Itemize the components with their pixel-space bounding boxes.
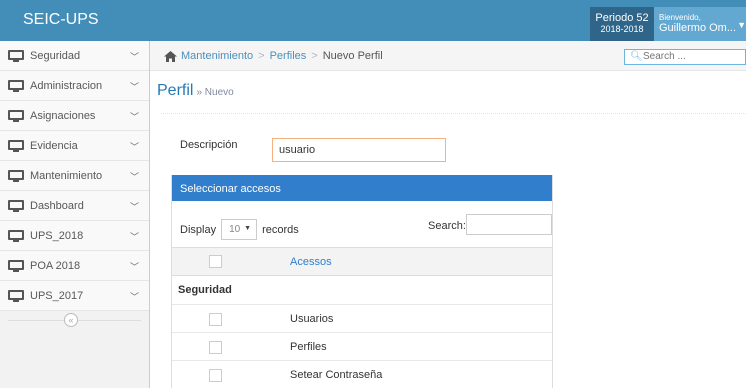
sidebar-item-poa-2018[interactable]: POA 2018 ﹀ bbox=[0, 251, 149, 281]
row-checkbox[interactable] bbox=[209, 341, 222, 354]
table-row: Setear Contraseña bbox=[172, 361, 552, 388]
period-indicator: Periodo 52 2018-2018 bbox=[590, 7, 654, 41]
desktop-icon bbox=[8, 110, 24, 122]
table-search-label: Search: bbox=[428, 220, 466, 232]
display-label: Display bbox=[180, 223, 217, 236]
sidebar-item-seguridad[interactable]: Seguridad ﹀ bbox=[0, 41, 149, 71]
breadcrumb-trail: Mantenimiento > Perfiles > Nuevo Perfil bbox=[181, 50, 383, 62]
caret-down-icon: ▼ bbox=[244, 225, 252, 232]
caret-down-icon: ▼ bbox=[737, 20, 746, 30]
length-control: Display 10 ▼ records bbox=[180, 219, 299, 240]
descripcion-field[interactable] bbox=[272, 138, 446, 162]
chevron-down-icon: ﹀ bbox=[129, 112, 139, 122]
desktop-icon bbox=[8, 230, 24, 242]
breadcrumb-mantenimiento[interactable]: Mantenimiento bbox=[181, 50, 253, 62]
user-menu[interactable]: Bienvenido, Guillermo Om... ▼ bbox=[654, 7, 746, 41]
row-label: Usuarios bbox=[290, 313, 334, 325]
descripcion-label: Descripción bbox=[180, 139, 238, 151]
app-title[interactable]: SEIC-UPS bbox=[23, 11, 99, 29]
row-label: Perfiles bbox=[290, 341, 327, 353]
sidebar-item-label: Seguridad bbox=[30, 49, 81, 62]
row-checkbox[interactable] bbox=[209, 313, 222, 326]
chevron-down-icon: ﹀ bbox=[129, 292, 139, 302]
desktop-icon bbox=[8, 290, 24, 302]
collapse-sidebar-icon[interactable]: « bbox=[64, 313, 78, 327]
sidebar-item-mantenimiento[interactable]: Mantenimiento ﹀ bbox=[0, 161, 149, 191]
sidebar-item-label: Evidencia bbox=[30, 139, 78, 152]
period-years: 2018-2018 bbox=[600, 24, 644, 34]
row-label: Setear Contraseña bbox=[290, 369, 383, 381]
sidebar-item-label: UPS_2018 bbox=[30, 229, 84, 242]
page-title: Perfil bbox=[157, 82, 194, 99]
search-input[interactable] bbox=[643, 51, 743, 62]
sidebar-item-ups-2017[interactable]: UPS_2017 ﹀ bbox=[0, 281, 149, 311]
sidebar: Seguridad ﹀ Administracion ﹀ Asignacione… bbox=[0, 41, 150, 388]
header-divider bbox=[161, 113, 746, 114]
chevron-down-icon: ﹀ bbox=[129, 262, 139, 272]
desktop-icon bbox=[8, 200, 24, 212]
panel-title: Seleccionar accesos bbox=[172, 175, 552, 201]
breadcrumb-separator: > bbox=[258, 50, 265, 62]
chevron-down-icon: ﹀ bbox=[129, 142, 139, 152]
column-header-acessos[interactable]: Acessos bbox=[290, 256, 332, 268]
nav-search[interactable]: 🔍︎ bbox=[624, 49, 746, 65]
accesos-panel: Seleccionar accesos Display 10 ▼ records Se… bbox=[171, 175, 553, 388]
sidebar-collapse-row: « bbox=[0, 311, 149, 331]
chevron-down-icon: ﹀ bbox=[129, 202, 139, 212]
row-checkbox[interactable] bbox=[209, 369, 222, 382]
sidebar-item-asignaciones[interactable]: Asignaciones ﹀ bbox=[0, 101, 149, 131]
sidebar-item-label: Asignaciones bbox=[30, 109, 96, 122]
desktop-icon bbox=[8, 260, 24, 272]
page-subtitle-text: Nuevo bbox=[204, 87, 234, 98]
user-name: Guillermo Om... bbox=[659, 22, 737, 34]
sidebar-item-dashboard[interactable]: Dashboard ﹀ bbox=[0, 191, 149, 221]
table-controls: Display 10 ▼ records Search: bbox=[172, 201, 552, 247]
desktop-icon bbox=[8, 170, 24, 182]
table-search: Search: bbox=[428, 214, 552, 235]
search-icon: 🔍︎ bbox=[630, 51, 643, 62]
table-row: Usuarios bbox=[172, 305, 552, 333]
period-label: Periodo 52 bbox=[595, 12, 649, 24]
select-all-checkbox[interactable] bbox=[209, 255, 222, 268]
desktop-icon bbox=[8, 140, 24, 152]
records-select-value: 10 bbox=[229, 224, 241, 235]
breadcrumb-active: Nuevo Perfil bbox=[322, 50, 383, 62]
records-select[interactable]: 10 ▼ bbox=[221, 219, 258, 240]
chevron-down-icon: ﹀ bbox=[129, 52, 139, 62]
desktop-icon bbox=[8, 80, 24, 92]
sidebar-item-evidencia[interactable]: Evidencia ﹀ bbox=[0, 131, 149, 161]
records-label: records bbox=[262, 223, 299, 236]
breadcrumb-separator: > bbox=[311, 50, 318, 62]
table-search-input[interactable] bbox=[466, 214, 552, 235]
chevron-down-icon: ﹀ bbox=[129, 82, 139, 92]
sidebar-item-label: UPS_2017 bbox=[30, 289, 84, 302]
chevron-down-icon: ﹀ bbox=[129, 232, 139, 242]
page-header: Perfil» Nuevo bbox=[157, 82, 234, 100]
desktop-icon bbox=[8, 50, 24, 62]
user-greeting: Bienvenido, bbox=[659, 13, 701, 22]
sidebar-item-ups-2018[interactable]: UPS_2018 ﹀ bbox=[0, 221, 149, 251]
top-navbar: SEIC-UPS Periodo 52 2018-2018 Bienvenido… bbox=[0, 0, 746, 41]
sidebar-item-label: Dashboard bbox=[30, 199, 84, 212]
breadcrumb-perfiles[interactable]: Perfiles bbox=[270, 50, 307, 62]
sidebar-item-label: Administracion bbox=[30, 79, 103, 92]
table-header: Acessos bbox=[172, 247, 552, 276]
sidebar-item-label: POA 2018 bbox=[30, 259, 81, 272]
sidebar-item-label: Mantenimiento bbox=[30, 169, 103, 182]
sidebar-item-administracion[interactable]: Administracion ﹀ bbox=[0, 71, 149, 101]
group-row: Seguridad bbox=[172, 276, 552, 305]
breadcrumb: Mantenimiento > Perfiles > Nuevo Perfil 🔍︎ bbox=[150, 41, 746, 71]
home-icon[interactable] bbox=[164, 51, 177, 62]
chevron-down-icon: ﹀ bbox=[129, 172, 139, 182]
table-row: Perfiles bbox=[172, 333, 552, 361]
page-subtitle: » Nuevo bbox=[196, 87, 234, 98]
